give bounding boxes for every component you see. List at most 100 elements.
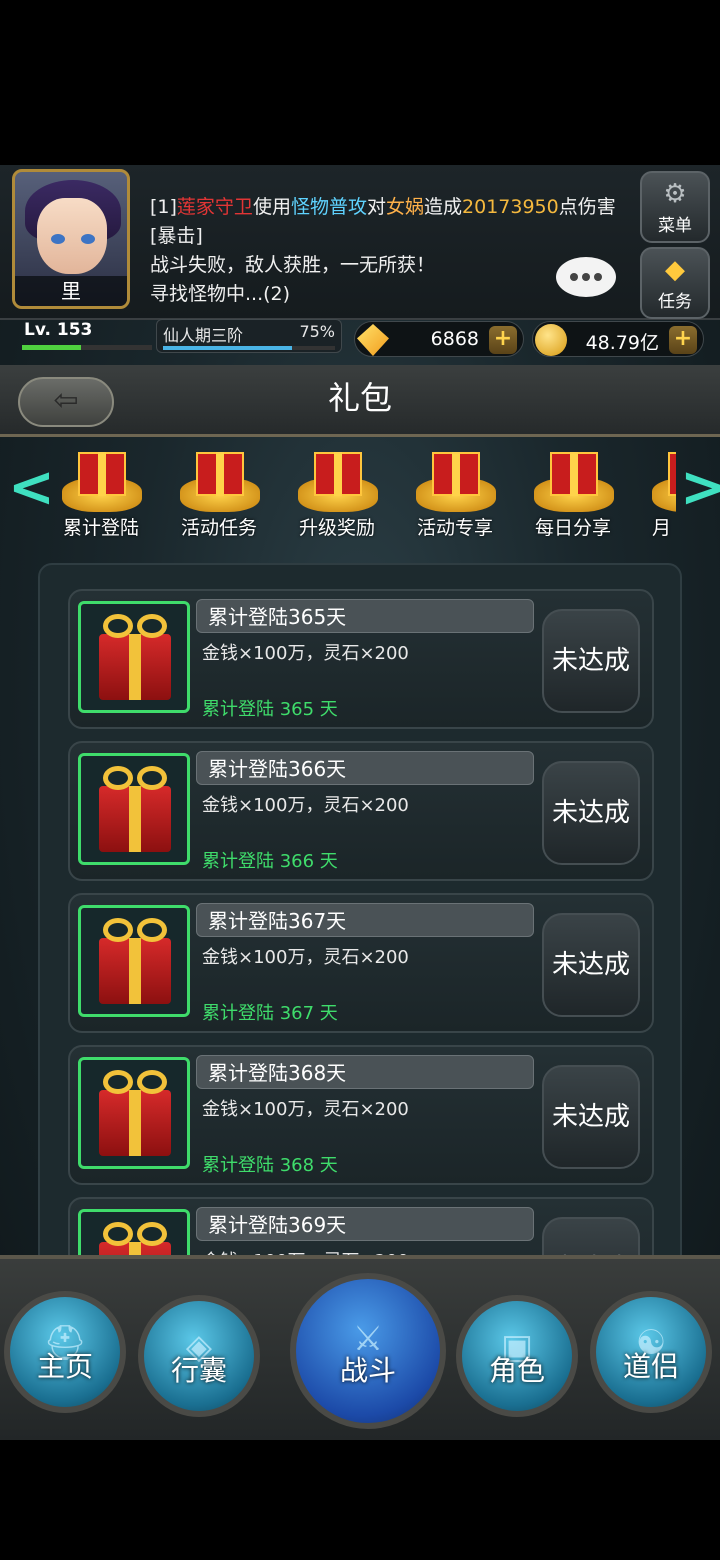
add-coins-button[interactable]: +	[669, 326, 697, 354]
list-item: 累计登陆365天 金钱×100万，灵石×200 累计登陆 365 天 未达成	[68, 589, 654, 729]
bottom-nav: ⛑ 主页 ◈ 行囊 ⚔ 战斗 ▣ 角色 ☯ 道侣	[0, 1255, 720, 1440]
gift-name: 累计登陆367天	[208, 909, 347, 933]
category-tab[interactable]: 每日分享	[518, 440, 628, 544]
claim-button[interactable]: 未达成	[542, 1065, 640, 1169]
realm-track	[163, 346, 335, 350]
log-text: 造成	[424, 196, 463, 218]
player-avatar[interactable]: 里	[12, 169, 130, 309]
system-bar	[0, 1440, 720, 1560]
nav-label: 行囊	[170, 1354, 227, 1387]
list-item: 累计登陆368天 金钱×100万，灵石×200 累计登陆 368 天 未达成	[68, 1045, 654, 1185]
player-name: 里	[15, 276, 127, 306]
gift-name: 累计登陆365天	[208, 605, 347, 629]
gift-reward: 金钱×100万，灵石×200	[202, 1099, 409, 1120]
realm-name: 仙人期三阶	[163, 326, 244, 345]
avatar-eye	[81, 234, 95, 244]
nav-label: 主页	[36, 1350, 93, 1383]
gift-name: 累计登陆366天	[208, 757, 347, 781]
header: 里 [1]莲家守卫使用怪物普攻对女娲造成20173950点伤害[暴击] 战斗失败…	[0, 165, 720, 357]
category-label: 累计登陆	[62, 517, 139, 539]
avatar-eye	[51, 234, 65, 244]
gift-pile-icon	[652, 444, 676, 514]
log-damage: 20173950	[462, 196, 559, 218]
category-row: < 累计登陆 活动任务 升级奖励 活动专享 每日分享 月 >	[0, 440, 720, 550]
level-track	[22, 345, 152, 350]
category-tab[interactable]: 活动专享	[400, 440, 510, 544]
gem-task-icon: ◆	[665, 255, 685, 285]
nav-label: 道侣	[622, 1350, 679, 1383]
chat-icon[interactable]	[556, 257, 622, 301]
gift-box-icon	[78, 753, 190, 865]
realm-fill	[163, 346, 292, 350]
gift-pile-icon	[534, 444, 614, 514]
category-label: 活动任务	[180, 517, 257, 539]
category-label: 活动专享	[416, 517, 493, 539]
log-text: 使用	[252, 196, 291, 218]
nav-bag[interactable]: ◈ 行囊	[138, 1295, 260, 1417]
avatar-face	[37, 198, 107, 274]
claim-button[interactable]: 未达成	[542, 609, 640, 713]
nav-companion[interactable]: ☯ 道侣	[590, 1291, 712, 1413]
category-label: 升级奖励	[298, 517, 375, 539]
right-arrow-icon[interactable]: >	[680, 460, 720, 518]
menu-label: 菜单	[658, 216, 692, 236]
gem-counter: 6868 +	[354, 321, 524, 357]
category-tab[interactable]: 活动任务	[164, 440, 274, 544]
gift-box-icon	[78, 1057, 190, 1169]
gift-box-icon	[78, 905, 190, 1017]
level-indicator: Lv. 153	[18, 320, 152, 350]
game-screen: 里 [1]莲家守卫使用怪物普攻对女娲造成20173950点伤害[暴击] 战斗失败…	[0, 165, 720, 1440]
gift-reward: 金钱×100万，灵石×200	[202, 947, 409, 968]
nav-label: 战斗	[339, 1354, 396, 1387]
menu-button[interactable]: ⚙ 菜单	[640, 171, 710, 243]
list-item: 累计登陆367天 金钱×100万，灵石×200 累计登陆 367 天 未达成	[68, 893, 654, 1033]
log-target: 女娲	[385, 196, 424, 218]
claim-button[interactable]: 未达成	[542, 761, 640, 865]
title-bar: ⇦ 礼包	[0, 365, 720, 437]
level-fill	[22, 345, 81, 350]
gift-condition: 累计登陆 367 天	[202, 1003, 338, 1024]
coin-icon	[535, 324, 567, 356]
gift-name: 累计登陆369天	[208, 1213, 347, 1237]
coin-value: 48.79亿	[585, 332, 659, 354]
gift-pile-icon	[298, 444, 378, 514]
category-tab[interactable]: 月	[636, 440, 676, 544]
gift-condition: 累计登陆 365 天	[202, 699, 338, 720]
page-title: 礼包	[327, 379, 392, 417]
log-prefix: [1]	[150, 196, 177, 218]
gem-icon	[357, 324, 389, 356]
gift-reward: 金钱×100万，灵石×200	[202, 795, 409, 816]
status-area	[0, 0, 720, 165]
log-attacker: 莲家守卫	[176, 196, 253, 218]
nav-home[interactable]: ⛑ 主页	[4, 1291, 126, 1413]
gear-icon: ⚙	[663, 179, 687, 209]
gift-condition: 累计登陆 366 天	[202, 851, 338, 872]
category-tab[interactable]: 升级奖励	[282, 440, 392, 544]
log-line-1: [1]莲家守卫使用怪物普攻对女娲造成20173950点伤害[暴击]	[150, 193, 630, 251]
category-label: 每日分享	[534, 517, 611, 539]
realm-indicator: 仙人期三阶 75%	[156, 319, 342, 353]
realm-percent: 75%	[299, 322, 335, 341]
add-gems-button[interactable]: +	[489, 326, 517, 354]
level-text: Lv. 153	[24, 320, 93, 340]
category-label: 月	[652, 517, 672, 539]
gift-pile-icon	[416, 444, 496, 514]
gift-box-icon	[78, 601, 190, 713]
nav-label: 角色	[488, 1354, 545, 1387]
left-arrow-icon[interactable]: <	[8, 460, 55, 518]
nav-battle[interactable]: ⚔ 战斗	[290, 1273, 446, 1429]
list-item: 累计登陆366天 金钱×100万，灵石×200 累计登陆 366 天 未达成	[68, 741, 654, 881]
task-button[interactable]: ◆ 任务	[640, 247, 710, 319]
coin-counter: 48.79亿 +	[532, 321, 704, 357]
gift-condition: 累计登陆 368 天	[202, 1155, 338, 1176]
category-tab[interactable]: 累计登陆	[46, 440, 156, 544]
gift-reward: 金钱×100万，灵石×200	[202, 643, 409, 664]
claim-button[interactable]: 未达成	[542, 913, 640, 1017]
gift-list[interactable]: 累计登陆365天 金钱×100万，灵石×200 累计登陆 365 天 未达成 累…	[38, 563, 682, 1275]
log-text: 对	[366, 196, 386, 218]
nav-character[interactable]: ▣ 角色	[456, 1295, 578, 1417]
log-skill: 怪物普攻	[290, 196, 367, 218]
gift-pile-icon	[62, 444, 142, 514]
gift-name: 累计登陆368天	[208, 1061, 347, 1085]
gem-value: 6868	[430, 328, 479, 350]
